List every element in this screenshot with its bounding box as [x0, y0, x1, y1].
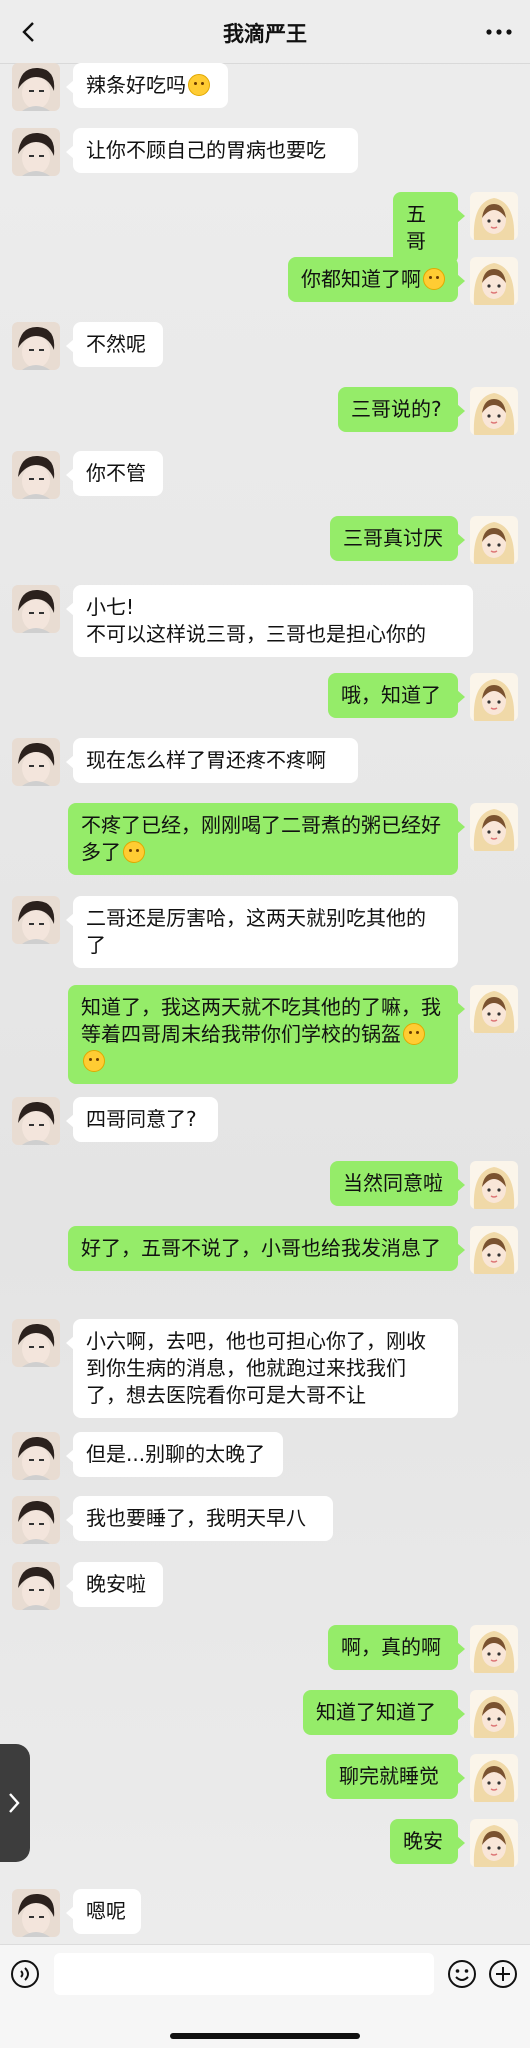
message-input[interactable]: [54, 1953, 434, 1995]
message-bubble[interactable]: 让你不顾自己的胃病也要吃: [66, 128, 358, 173]
message-text: 我也要睡了，我明天早八: [86, 1506, 306, 1530]
plus-circle-icon[interactable]: [488, 1959, 518, 1989]
message-bubble[interactable]: 聊完就睡觉: [326, 1754, 465, 1799]
side-expand-tab[interactable]: [0, 1744, 30, 1862]
message-bubble[interactable]: 知道了，我这两天就不吃其他的了嘛，我等着四哥周末给我带你们学校的锅盔: [68, 985, 465, 1084]
message-bubble[interactable]: 四哥同意了?: [66, 1097, 218, 1142]
message-bubble[interactable]: 现在怎么样了胃还疼不疼啊: [66, 738, 358, 783]
message-text: 啊，真的啊: [341, 1635, 441, 1659]
message-text: 聊完就睡觉: [339, 1764, 439, 1788]
message-text: 晚安: [403, 1829, 443, 1853]
contact-avatar[interactable]: [12, 1889, 60, 1937]
message-text: 好了，五哥不说了，小哥也给我发消息了: [81, 1236, 441, 1260]
message-bubble[interactable]: 你都知道了啊: [288, 257, 465, 302]
emoji-icon: [423, 268, 445, 290]
my-avatar[interactable]: [470, 673, 518, 721]
contact-avatar[interactable]: [12, 1319, 60, 1367]
message-text: 小七!: [86, 595, 135, 619]
message-bubble[interactable]: 三哥真讨厌: [330, 516, 465, 561]
message-bubble[interactable]: 啊，真的啊: [328, 1625, 465, 1670]
my-avatar[interactable]: [470, 985, 518, 1033]
message-bubble[interactable]: 小六啊，去吧，他也可担心你了，刚收到你生病的消息，他就跑过来找我们了，想去医院看…: [66, 1319, 458, 1418]
my-avatar[interactable]: [470, 803, 518, 851]
my-avatar[interactable]: [470, 387, 518, 435]
contact-avatar[interactable]: [12, 1562, 60, 1610]
message-text: 知道了，我这两天就不吃其他的了嘛，我等着四哥周末给我带你们学校的锅盔: [81, 995, 441, 1046]
message-bubble[interactable]: 不然呢: [66, 322, 163, 367]
emoji-icon: [403, 1023, 425, 1045]
message-bubble[interactable]: 三哥说的?: [338, 387, 465, 432]
message-bubble[interactable]: 嗯呢: [66, 1889, 141, 1934]
my-avatar[interactable]: [470, 1161, 518, 1209]
message-bubble[interactable]: 哦，知道了: [328, 673, 465, 718]
my-avatar[interactable]: [470, 1625, 518, 1673]
message-bubble[interactable]: 二哥还是厉害哈，这两天就别吃其他的了: [66, 896, 458, 968]
message-bubble[interactable]: 小七! 不可以这样说三哥，三哥也是担心你的: [66, 585, 473, 657]
emoji-icon: [188, 74, 210, 96]
contact-avatar[interactable]: [12, 896, 60, 944]
message-bubble[interactable]: 辣条好吃吗: [66, 63, 228, 108]
message-bubble[interactable]: 我也要睡了，我明天早八: [66, 1496, 333, 1541]
message-text: 五哥: [406, 202, 426, 253]
message-bubble[interactable]: 晚安啦: [66, 1562, 163, 1607]
contact-avatar[interactable]: [12, 738, 60, 786]
message-bubble[interactable]: 晚安: [390, 1819, 465, 1864]
contact-avatar[interactable]: [12, 128, 60, 176]
contact-avatar[interactable]: [12, 1496, 60, 1544]
message-bubble[interactable]: 好了，五哥不说了，小哥也给我发消息了: [68, 1226, 465, 1271]
message-text: 三哥真讨厌: [343, 526, 443, 550]
message-text: 现在怎么样了胃还疼不疼啊: [86, 748, 326, 772]
top-bar: 我滴严王: [0, 0, 530, 64]
message-bubble[interactable]: 五哥: [393, 192, 465, 264]
message-text: 你不管: [86, 461, 146, 485]
message-bubble[interactable]: 不疼了已经，刚刚喝了二哥煮的粥已经好多了: [68, 803, 465, 875]
message-text: 二哥还是厉害哈，这两天就别吃其他的了: [86, 906, 426, 957]
my-avatar[interactable]: [470, 516, 518, 564]
my-avatar[interactable]: [470, 257, 518, 305]
my-avatar[interactable]: [470, 1754, 518, 1802]
message-bubble[interactable]: 你不管: [66, 451, 163, 496]
message-text: 小六啊，去吧，他也可担心你了，刚收到你生病的消息，他就跑过来找我们了，想去医院看…: [86, 1329, 426, 1407]
message-list[interactable]: 辣条好吃吗让你不顾自己的胃病也要吃五哥你都知道了啊不然呢三哥说的? 你不管三哥真讨…: [0, 63, 530, 1944]
message-text: 当然同意啦: [343, 1171, 443, 1195]
message-text: 三哥说的?: [351, 397, 442, 421]
message-text: 但是...别聊的太晚了: [86, 1442, 266, 1466]
contact-avatar[interactable]: [12, 322, 60, 370]
my-avatar[interactable]: [470, 1226, 518, 1274]
my-avatar[interactable]: [470, 1819, 518, 1867]
input-bar: [0, 1944, 530, 2048]
message-text: 知道了知道了: [316, 1700, 436, 1724]
chevron-right-icon: [9, 1793, 20, 1813]
message-bubble[interactable]: 知道了知道了: [303, 1690, 465, 1735]
home-indicator: [170, 2033, 360, 2039]
emoji-icon: [123, 841, 145, 863]
emoji-face-icon[interactable]: [447, 1959, 477, 1989]
emoji-icon: [83, 1050, 105, 1072]
contact-avatar[interactable]: [12, 1097, 60, 1145]
message-text: 辣条好吃吗: [86, 73, 186, 97]
contact-avatar[interactable]: [12, 63, 60, 111]
more-dots-icon[interactable]: [484, 20, 514, 44]
contact-avatar[interactable]: [12, 585, 60, 633]
message-text: 嗯呢: [86, 1899, 126, 1923]
message-text: 晚安啦: [86, 1572, 146, 1596]
my-avatar[interactable]: [470, 1690, 518, 1738]
chat-title: 我滴严王: [223, 22, 307, 46]
voice-icon[interactable]: [10, 1959, 40, 1989]
message-text: 让你不顾自己的胃病也要吃: [86, 138, 326, 162]
message-text: 不然呢: [86, 332, 146, 356]
message-text: 不可以这样说三哥，三哥也是担心你的: [86, 622, 426, 646]
message-text: 你都知道了啊: [301, 267, 421, 291]
message-text: 四哥同意了?: [86, 1107, 197, 1131]
message-bubble[interactable]: 当然同意啦: [330, 1161, 465, 1206]
message-bubble[interactable]: 但是...别聊的太晚了: [66, 1432, 283, 1477]
contact-avatar[interactable]: [12, 451, 60, 499]
my-avatar[interactable]: [470, 192, 518, 240]
message-text: 哦，知道了: [341, 683, 441, 707]
contact-avatar[interactable]: [12, 1432, 60, 1480]
